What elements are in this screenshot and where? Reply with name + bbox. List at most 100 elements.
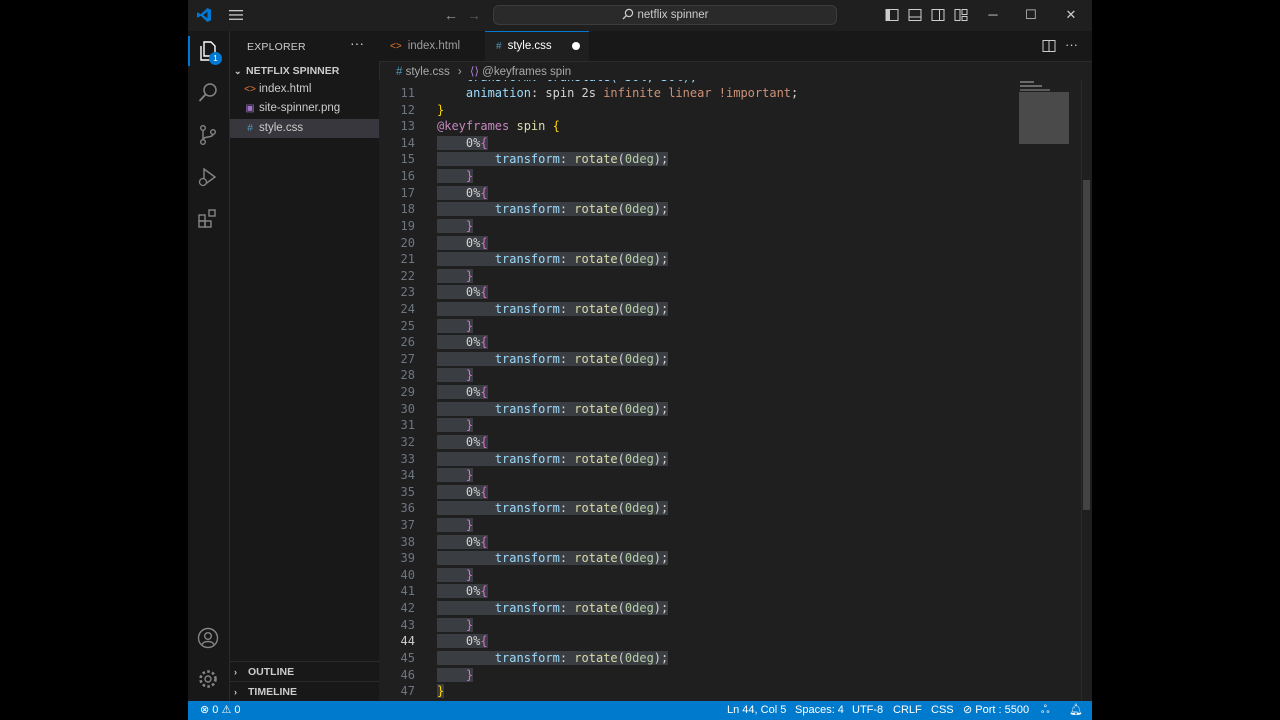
tab-label: style.css	[507, 40, 552, 52]
line-number: 47	[400, 684, 415, 699]
activity-bar: 1	[188, 31, 230, 701]
html-file-icon: <>	[390, 41, 402, 52]
indentation[interactable]: Spaces: 4	[795, 701, 844, 720]
line-number: 41	[400, 584, 415, 599]
search-icon[interactable]	[196, 81, 220, 105]
toggle-secondary-sidebar-icon[interactable]	[931, 8, 945, 22]
css-file-icon: #	[496, 41, 502, 52]
code-line: 18 transform: rotate(0deg);	[379, 201, 1019, 218]
minimize-button[interactable]: ─	[984, 6, 1002, 24]
unsaved-dot-icon[interactable]	[572, 42, 580, 50]
tab-index-html[interactable]: <> index.html	[379, 31, 485, 61]
explorer-more-actions-button[interactable]: ···	[350, 35, 364, 51]
code-line: 13 @keyframes spin {	[379, 118, 1019, 135]
language-mode[interactable]: CSS	[931, 701, 954, 720]
line-number: 45	[400, 650, 415, 665]
line-number: 26	[400, 335, 415, 350]
line-number: 42	[400, 601, 415, 616]
scrollbar-thumb[interactable]	[1083, 180, 1090, 510]
forward-arrow-icon[interactable]: →	[467, 8, 481, 22]
line-number: 28	[400, 368, 415, 383]
breadcrumb-file[interactable]: style.css	[406, 66, 450, 78]
css-file-icon: #	[247, 123, 253, 134]
html-file-icon: <>	[244, 84, 256, 95]
line-number: 40	[400, 567, 415, 582]
encoding[interactable]: UTF-8	[852, 701, 883, 720]
problems-indicator[interactable]: ⊗ 0 ⚠ 0	[200, 701, 241, 720]
line-number: 25	[400, 318, 415, 333]
chevron-down-icon: ⌄	[234, 66, 242, 76]
run-debug-icon[interactable]	[196, 165, 220, 189]
back-arrow-icon[interactable]: ←	[444, 8, 458, 22]
outline-section[interactable]: › OUTLINE	[234, 666, 294, 678]
code-line: 36 transform: rotate(0deg);	[379, 500, 1019, 517]
split-editor-icon[interactable]	[1042, 39, 1056, 53]
code-line: 31 }	[379, 417, 1019, 434]
active-indicator	[188, 36, 190, 66]
vscode-logo-icon	[197, 8, 211, 22]
customize-layout-icon[interactable]	[954, 8, 968, 22]
code-line: 44 0%{	[379, 633, 1019, 650]
code-line: 33 transform: rotate(0deg);	[379, 451, 1019, 468]
chevron-right-icon: ›	[234, 687, 237, 697]
code-line: 25 }	[379, 318, 1019, 335]
line-ending[interactable]: CRLF	[893, 701, 922, 720]
toggle-primary-sidebar-icon[interactable]	[885, 8, 899, 22]
source-control-icon[interactable]	[196, 123, 220, 147]
manage-gear-icon[interactable]	[196, 667, 220, 691]
image-file-icon: ▣	[245, 103, 255, 114]
toggle-panel-icon[interactable]	[908, 8, 922, 22]
no-entry-icon: ⊘	[963, 704, 973, 716]
line-number: 44	[400, 634, 415, 649]
minimap[interactable]	[1018, 80, 1080, 145]
account-icon[interactable]	[196, 626, 220, 650]
cursor-position[interactable]: Ln 44, Col 5	[727, 701, 786, 720]
line-number: 20	[400, 235, 415, 250]
code-line: 21 transform: rotate(0deg);	[379, 251, 1019, 268]
folder-label: NETFLIX SPINNER	[246, 65, 340, 77]
breadcrumb-symbol[interactable]: @keyframes spin	[482, 66, 571, 78]
outline-label: OUTLINE	[248, 666, 295, 678]
file-index-html[interactable]: <> index.html	[230, 80, 379, 99]
tab-label: index.html	[407, 40, 461, 52]
code-line: 17 0%{	[379, 185, 1019, 202]
close-button[interactable]: ✕	[1062, 6, 1080, 24]
line-number: 33	[400, 451, 415, 466]
explorer-sidebar: EXPLORER ··· ⌄ NETFLIX SPINNER <> index.h…	[230, 31, 380, 701]
extensions-icon[interactable]	[196, 207, 220, 231]
code-line: 16 }	[379, 168, 1019, 185]
timeline-section[interactable]: › TIMELINE	[234, 686, 297, 698]
file-style-css[interactable]: # style.css	[230, 119, 379, 138]
line-number: 15	[400, 152, 415, 167]
maximize-button[interactable]: ☐	[1022, 6, 1040, 24]
chevron-right-icon: ›	[234, 667, 237, 677]
code-line: 26 0%{	[379, 334, 1019, 351]
editor-tabs: <> index.html # style.css ···	[379, 31, 1092, 62]
line-number: 35	[400, 484, 415, 499]
search-text: netflix spinner	[637, 9, 709, 21]
more-actions-icon[interactable]: ···	[1065, 37, 1079, 52]
menu-icon[interactable]	[228, 8, 244, 22]
file-site-spinner-png[interactable]: ▣ site-spinner.png	[230, 99, 379, 118]
code-line: 19 }	[379, 218, 1019, 235]
code-line: 22 }	[379, 268, 1019, 285]
notifications-bell-icon[interactable]: 🔔︎	[1069, 701, 1083, 720]
vertical-scrollbar[interactable]	[1081, 80, 1092, 701]
folder-netflix-spinner[interactable]: ⌄ NETFLIX SPINNER	[234, 65, 339, 77]
live-server-port[interactable]: ⊘ Port : 5500	[963, 701, 1029, 720]
line-number: 37	[400, 518, 415, 533]
code-editor[interactable]: transform: translate(-50%,-50%);11 anima…	[379, 80, 1092, 701]
tab-style-css[interactable]: # style.css	[485, 31, 589, 61]
line-number: 38	[400, 534, 415, 549]
code-line: 14 0%{	[379, 135, 1019, 152]
title-bar: ← → netflix spinner ─ ☐ ✕	[188, 0, 1092, 32]
line-number: 12	[400, 102, 415, 117]
code-line: 47}	[379, 683, 1019, 700]
code-line: 11 animation: spin 2s infinite linear !i…	[379, 85, 1019, 102]
code-line: 46 }	[379, 667, 1019, 684]
line-number: 29	[400, 385, 415, 400]
command-center-search[interactable]: netflix spinner	[493, 5, 837, 25]
css-file-icon: #	[396, 66, 403, 78]
copilot-icon[interactable]: ஃ	[1041, 701, 1050, 720]
explorer-title: EXPLORER	[247, 41, 306, 53]
